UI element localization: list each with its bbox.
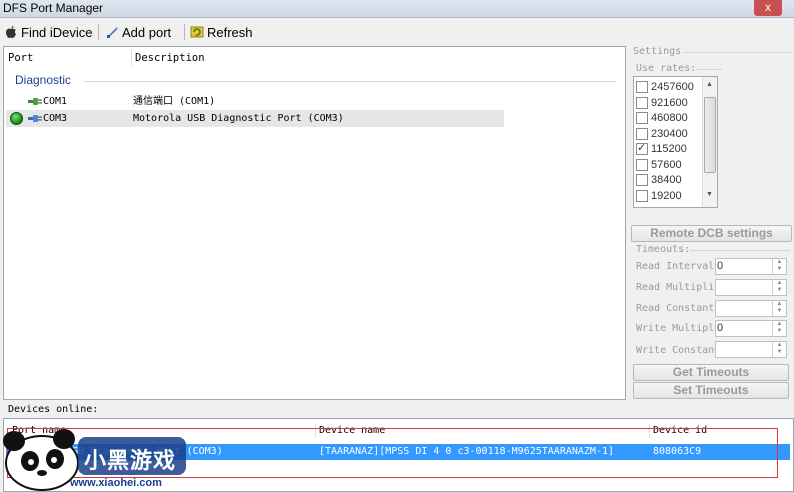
apple-icon xyxy=(6,26,16,38)
read-interval-value: 0 xyxy=(717,260,724,272)
find-idevice-button[interactable]: Find iDevice xyxy=(4,22,93,42)
port-connector-icon xyxy=(28,98,42,105)
column-header-description[interactable]: Description xyxy=(131,47,205,69)
device-name: [TAARANAZ][MPSS DI 4 0 c3-00118-M9625TAA… xyxy=(319,446,615,457)
close-button[interactable]: x xyxy=(754,0,782,16)
set-timeouts-button[interactable]: Set Timeouts xyxy=(633,382,789,399)
write-constant-input[interactable]: ▲ ▼ xyxy=(715,341,787,358)
column-header-device-id[interactable]: Device id xyxy=(653,425,707,436)
read-constant-input[interactable]: ▲ ▼ xyxy=(715,300,787,317)
rate-checkbox[interactable] xyxy=(636,190,648,202)
spinner-icon[interactable]: ▲ ▼ xyxy=(772,321,786,336)
port-description: Motorola USB Diagnostic Port (COM3) xyxy=(133,113,344,124)
rate-item[interactable]: 38400 xyxy=(636,172,682,188)
toolbar: Find iDevice Add port Refresh xyxy=(0,20,794,44)
rate-checkbox-checked[interactable] xyxy=(636,141,648,155)
rate-label: 921600 xyxy=(651,97,688,109)
write-multiplier-input[interactable]: 0 ▲ ▼ xyxy=(715,320,787,337)
rate-label: 460800 xyxy=(651,112,688,124)
rates-scrollbar[interactable]: ▲ ▼ xyxy=(702,77,717,207)
rate-label: 230400 xyxy=(651,128,688,140)
spinner-icon[interactable]: ▲ ▼ xyxy=(772,342,786,357)
read-constant-label: Read Constant: xyxy=(636,303,721,314)
port-list-panel: Port Description Diagnostic COM1 通信端口 (C… xyxy=(3,46,626,400)
rate-item[interactable]: 921600 xyxy=(636,95,688,111)
read-multiplier-input[interactable]: ▲ ▼ xyxy=(715,279,787,296)
remote-dcb-settings-button[interactable]: Remote DCB settings xyxy=(631,225,792,242)
port-description: 通信端口 (COM1) xyxy=(133,96,216,107)
read-interval-label: Read Interval xyxy=(636,261,715,272)
spinner-icon[interactable]: ▲ ▼ xyxy=(772,259,786,274)
scroll-down-icon[interactable]: ▼ xyxy=(706,191,713,198)
devices-online-label: Devices online: xyxy=(8,404,99,415)
refresh-label: Refresh xyxy=(207,24,253,40)
rate-label: 38400 xyxy=(651,174,682,186)
title-bar: DFS Port Manager x xyxy=(0,0,794,18)
port-name: COM1 xyxy=(43,96,68,107)
port-row-selected[interactable]: COM3 Motorola USB Diagnostic Port (COM3) xyxy=(6,110,504,127)
rate-item[interactable]: 460800 xyxy=(636,110,688,126)
refresh-button[interactable]: Refresh xyxy=(190,22,253,42)
rate-item[interactable]: 2457600 xyxy=(636,79,694,95)
use-rates-label: Use rates: xyxy=(636,63,697,74)
settings-title: Settings xyxy=(633,46,682,57)
device-id: 808063C9 xyxy=(653,446,702,457)
write-multiplier-value: 0 xyxy=(717,322,724,334)
timeouts-label: Timeouts: xyxy=(636,244,691,255)
rate-label: 2457600 xyxy=(651,81,694,93)
refresh-icon xyxy=(190,26,204,38)
rate-checkbox[interactable] xyxy=(636,128,648,140)
rate-checkbox[interactable] xyxy=(636,174,648,186)
find-idevice-label: Find iDevice xyxy=(21,24,93,40)
add-port-icon xyxy=(107,27,118,38)
window-title: DFS Port Manager xyxy=(3,1,104,15)
watermark: 小黑游戏 www.xiaohei.com xyxy=(0,425,200,492)
get-timeouts-button[interactable]: Get Timeouts xyxy=(633,364,789,381)
port-row[interactable]: COM1 通信端口 (COM1) xyxy=(6,93,504,110)
rate-label: 19200 xyxy=(651,190,682,202)
scroll-thumb[interactable] xyxy=(704,97,716,173)
column-header-port[interactable]: Port xyxy=(4,47,33,69)
rate-checkbox[interactable] xyxy=(636,97,648,109)
scroll-up-icon[interactable]: ▲ xyxy=(706,81,713,88)
rate-checkbox[interactable] xyxy=(636,81,648,93)
rate-item[interactable]: 115200 xyxy=(636,141,687,157)
port-name: COM3 xyxy=(43,113,68,124)
watermark-url: www.xiaohei.com xyxy=(70,477,162,489)
rate-label: 57600 xyxy=(651,159,682,171)
read-interval-input[interactable]: 0 ▲ ▼ xyxy=(715,258,787,275)
write-multiplier-label: Write Multipli xyxy=(636,323,721,334)
rate-checkbox[interactable] xyxy=(636,159,648,171)
port-connector-icon xyxy=(28,115,42,122)
rate-checkbox[interactable] xyxy=(636,112,648,124)
spinner-icon[interactable]: ▲ ▼ xyxy=(772,280,786,295)
active-status-icon xyxy=(10,112,23,125)
group-title-diagnostic: Diagnostic xyxy=(15,73,72,87)
rate-item[interactable]: 57600 xyxy=(636,157,682,173)
add-port-button[interactable]: Add port xyxy=(105,22,171,42)
add-port-label: Add port xyxy=(122,24,172,40)
rate-item[interactable]: 19200 xyxy=(636,188,682,204)
write-constant-label: Write Constant: xyxy=(636,345,727,356)
rate-item[interactable]: 230400 xyxy=(636,126,688,142)
watermark-title: 小黑游戏 xyxy=(84,449,177,474)
spinner-icon[interactable]: ▲ ▼ xyxy=(772,301,786,316)
column-header-device-name[interactable]: Device name xyxy=(319,425,385,436)
rate-label: 115200 xyxy=(651,143,687,155)
